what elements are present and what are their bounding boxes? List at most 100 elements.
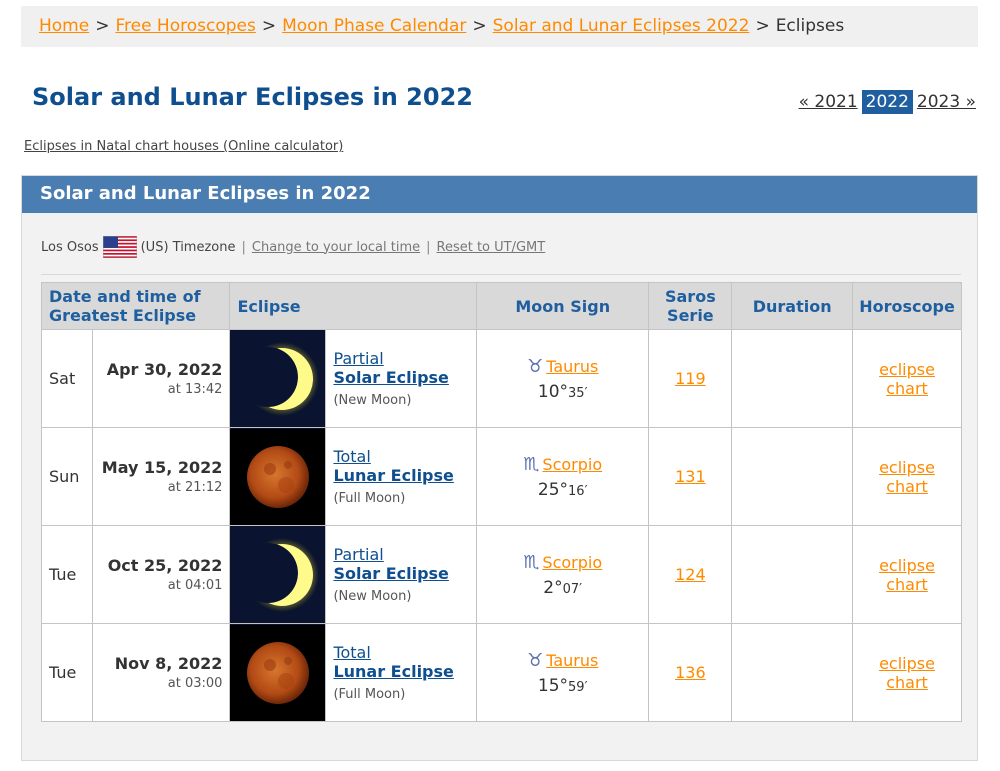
moon-degree: 10°35′	[477, 382, 648, 402]
year-prev-link[interactable]: « 2021	[799, 92, 858, 112]
horoscope-cell: eclipse chart	[852, 427, 962, 526]
eclipse-time: at 04:01	[167, 578, 223, 593]
horoscope-cell: eclipse chart	[852, 623, 962, 722]
horoscope-cell: eclipse chart	[852, 329, 962, 428]
eclipse-chart-link[interactable]: eclipse	[853, 458, 961, 477]
eclipse-kind-link[interactable]: Total	[333, 643, 476, 662]
breadcrumb-link-eclipses-2022[interactable]: Solar and Lunar Eclipses 2022	[493, 16, 750, 36]
minute-value: 59′	[568, 679, 588, 695]
eclipses-table: Date and time of Greatest Eclipse Eclips…	[40, 282, 962, 722]
eclipse-type-link[interactable]: Lunar Eclipse	[333, 466, 476, 485]
header-saros: Saros Serie	[648, 282, 733, 330]
day-cell: Tue	[41, 525, 93, 624]
blood-moon-icon	[230, 428, 326, 525]
eclipse-chart-link[interactable]: eclipse	[853, 360, 961, 379]
saros-cell: 124	[648, 525, 733, 624]
date-cell: Apr 30, 2022 at 13:42	[91, 329, 231, 428]
saros-link[interactable]: 131	[675, 467, 706, 486]
eclipse-type-link[interactable]: Solar Eclipse	[333, 368, 476, 387]
date-cell: Oct 25, 2022 at 04:01	[91, 525, 231, 624]
header-moon-sign: Moon Sign	[475, 282, 650, 330]
weekday: Tue	[49, 663, 77, 682]
moon-sign-link[interactable]: Taurus	[546, 651, 598, 670]
reset-utc-link[interactable]: Reset to UT/GMT	[437, 240, 546, 255]
date-cell: Nov 8, 2022 at 03:00	[91, 623, 231, 722]
saros-link[interactable]: 136	[675, 663, 706, 682]
eclipse-chart-link[interactable]: chart	[853, 673, 961, 692]
degree-value: 25°	[537, 479, 569, 500]
table-row: Tue Nov 8, 2022 at 03:00 Total Lunar Ecl…	[41, 623, 962, 722]
moon-degree: 15°59′	[477, 676, 648, 696]
date-cell: May 15, 2022 at 21:12	[91, 427, 231, 526]
eclipse-cell: Partial Solar Eclipse (New Moon)	[325, 329, 477, 428]
moon-sign-cell: ♏ Scorpio 2°07′	[475, 525, 650, 624]
eclipse-kind-link[interactable]: Partial	[333, 545, 476, 564]
day-cell: Tue	[41, 623, 93, 722]
eclipse-chart-link[interactable]: eclipse	[853, 556, 961, 575]
eclipse-chart-link[interactable]: eclipse	[853, 654, 961, 673]
weekday: Sat	[49, 369, 76, 388]
eclipse-time: at 03:00	[167, 676, 223, 691]
eclipse-type-link[interactable]: Lunar Eclipse	[333, 662, 476, 681]
natal-chart-houses-link[interactable]: Eclipses in Natal chart houses (Online c…	[24, 139, 343, 154]
year-next-link[interactable]: 2023 »	[917, 92, 976, 112]
eclipse-chart-link[interactable]: chart	[853, 379, 961, 398]
breadcrumb-separator: >	[261, 16, 277, 36]
duration-cell	[731, 427, 854, 526]
saros-cell: 136	[648, 623, 733, 722]
saros-cell: 131	[648, 427, 733, 526]
page-title: Solar and Lunar Eclipses in 2022	[32, 83, 473, 111]
degree-value: 2°	[543, 577, 563, 598]
weekday: Sun	[49, 467, 80, 486]
moon-degree: 2°07′	[477, 578, 648, 598]
breadcrumb-separator: >	[755, 16, 770, 36]
header-duration: Duration	[731, 282, 854, 330]
eclipse-image	[229, 623, 327, 722]
table-row: Sat Apr 30, 2022 at 13:42 Partial Solar …	[41, 329, 962, 428]
eclipse-chart-link[interactable]: chart	[853, 575, 961, 594]
eclipse-date: Oct 25, 2022	[107, 556, 223, 575]
saros-link[interactable]: 119	[675, 369, 706, 388]
solar-crescent-icon	[230, 330, 326, 427]
saros-cell: 119	[648, 329, 733, 428]
degree-value: 10°	[537, 381, 569, 402]
eclipses-panel: Solar and Lunar Eclipses in 2022 Los Oso…	[21, 175, 978, 761]
divider-line	[41, 274, 961, 275]
eclipse-chart-link[interactable]: chart	[853, 477, 961, 496]
eclipse-kind-link[interactable]: Total	[333, 447, 476, 466]
saros-link[interactable]: 124	[675, 565, 706, 584]
duration-cell	[731, 525, 854, 624]
breadcrumb-separator: >	[95, 16, 110, 36]
divider: |	[426, 239, 431, 255]
breadcrumb-link-home[interactable]: Home	[39, 16, 89, 36]
header-datetime: Date and time of Greatest Eclipse	[40, 282, 231, 330]
breadcrumb-link-moon-phase-calendar[interactable]: Moon Phase Calendar	[282, 16, 466, 36]
eclipse-time: at 21:12	[167, 480, 223, 495]
minute-value: 35′	[568, 385, 588, 401]
header-horoscope: Horoscope	[852, 282, 962, 330]
moon-phase: (New Moon)	[333, 589, 412, 604]
zodiac-icon: ♏	[523, 453, 540, 475]
location-label: Los Osos	[41, 239, 99, 255]
horoscope-cell: eclipse chart	[852, 525, 962, 624]
header-eclipse: Eclipse	[229, 282, 477, 330]
moon-sign-link[interactable]: Scorpio	[542, 553, 602, 572]
weekday: Tue	[49, 565, 77, 584]
eclipse-image	[229, 525, 327, 624]
degree-value: 15°	[537, 675, 569, 696]
moon-sign-link[interactable]: Scorpio	[542, 455, 602, 474]
table-row: Sun May 15, 2022 at 21:12 Total Lunar Ec…	[41, 427, 962, 526]
eclipse-image	[229, 427, 327, 526]
moon-sign-link[interactable]: Taurus	[546, 357, 598, 376]
moon-sign-cell: ♏ Scorpio 25°16′	[475, 427, 650, 526]
year-current: 2022	[861, 90, 913, 114]
change-local-time-link[interactable]: Change to your local time	[252, 240, 420, 255]
eclipse-kind-link[interactable]: Partial	[333, 349, 476, 368]
us-flag-icon	[102, 236, 137, 258]
eclipse-type-link[interactable]: Solar Eclipse	[333, 564, 476, 583]
eclipse-time: at 13:42	[167, 382, 223, 397]
breadcrumb-link-free-horoscopes[interactable]: Free Horoscopes	[115, 16, 255, 36]
breadcrumb-separator: >	[472, 16, 487, 36]
minute-value: 16′	[568, 483, 588, 499]
eclipse-cell: Partial Solar Eclipse (New Moon)	[325, 525, 477, 624]
